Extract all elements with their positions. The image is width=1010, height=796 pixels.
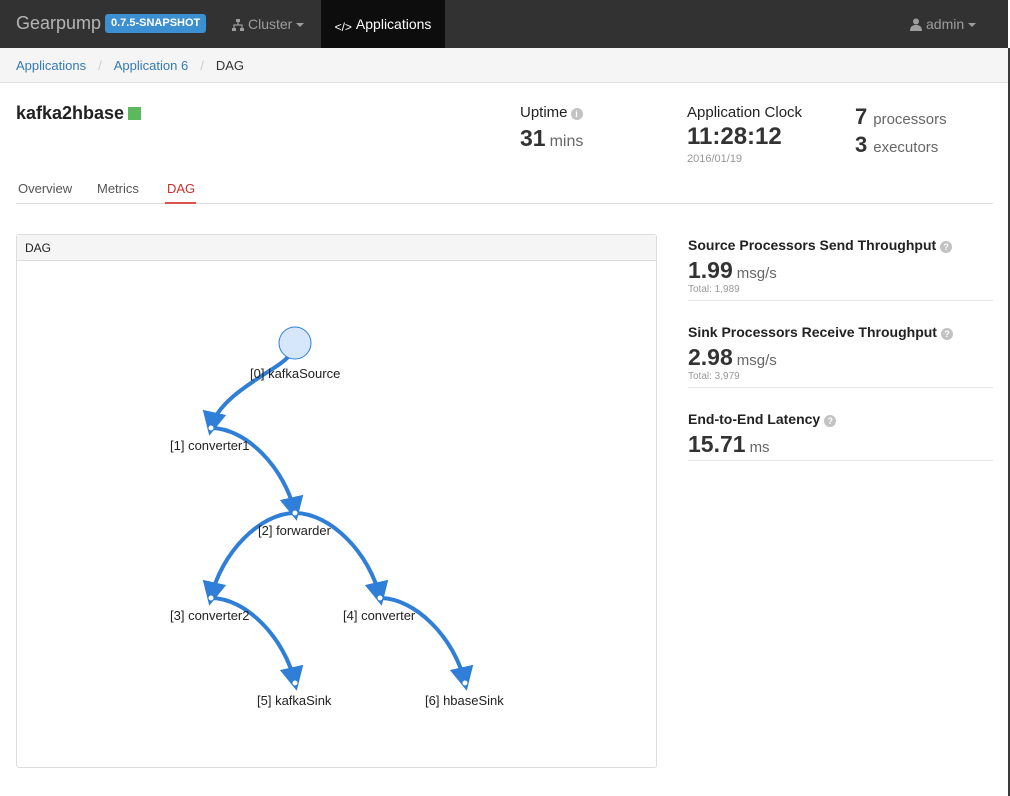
breadcrumb-applications[interactable]: Applications — [16, 58, 86, 73]
clock-date: 2016/01/19 — [687, 153, 743, 165]
user-menu-label: admin — [926, 16, 965, 32]
chevron-down-icon — [968, 23, 977, 28]
source-throughput-total: Total: 1,989 — [688, 284, 740, 295]
nav-applications[interactable]: </> Applications — [321, 0, 445, 48]
breadcrumb-separator: / — [98, 58, 102, 73]
processors-count: 7 processors — [855, 104, 947, 130]
nav-cluster-menu[interactable]: Cluster — [222, 0, 314, 48]
user-menu[interactable]: admin — [900, 0, 986, 48]
uptime-unit: mins — [549, 133, 584, 150]
dag-node-label: [4] converter — [343, 608, 416, 623]
code-icon: </> — [334, 20, 352, 34]
breadcrumb-application[interactable]: Application 6 — [114, 58, 188, 73]
uptime-label: Uptime i — [520, 104, 583, 121]
clock-label: Application Clock — [687, 104, 803, 121]
tab-bar: Overview Metrics DAG — [16, 178, 993, 204]
sink-throughput-title: Sink Processors Receive Throughput — [688, 324, 937, 340]
sink-throughput-unit: msg/s — [736, 352, 777, 369]
sink-throughput-value: 2.98 — [688, 344, 733, 370]
sitemap-icon — [232, 2, 244, 50]
sink-throughput-metric: Sink Processors Receive Throughput? 2.98… — [688, 324, 993, 388]
active-tab-indicator — [165, 202, 196, 204]
latency-title: End-to-End Latency — [688, 411, 821, 427]
uptime-label-text: Uptime — [520, 104, 568, 121]
source-throughput-value: 1.99 — [688, 257, 733, 283]
question-icon[interactable]: ? — [940, 241, 953, 253]
dag-node[interactable] — [376, 594, 384, 602]
user-icon — [910, 2, 922, 50]
brand-logo[interactable]: Gearpump — [16, 13, 101, 34]
dag-node-label: [3] converter2 — [170, 608, 250, 623]
sink-throughput-total: Total: 3,979 — [688, 371, 740, 382]
dag-node-label: [1] converter1 — [170, 438, 250, 453]
dag-panel: DAG [0] kafkaSource [1] converter1 [2] for… — [16, 234, 657, 768]
nav-cluster-label: Cluster — [248, 16, 293, 32]
executors-unit: executors — [873, 139, 939, 156]
latency-unit: ms — [749, 439, 770, 456]
breadcrumb-current: DAG — [215, 58, 244, 73]
chevron-down-icon — [296, 23, 305, 28]
dag-edge — [202, 344, 293, 436]
source-throughput-title: Source Processors Send Throughput — [688, 237, 937, 253]
dag-node[interactable] — [291, 509, 299, 517]
executors-number: 3 — [855, 132, 868, 157]
processors-number: 7 — [855, 104, 868, 129]
source-throughput-metric: Source Processors Send Throughput? 1.99 m… — [688, 237, 993, 301]
info-icon[interactable]: i — [570, 108, 583, 120]
tab-metrics[interactable]: Metrics — [97, 181, 139, 196]
latency-value: 15.71 — [688, 431, 746, 457]
tab-overview[interactable]: Overview — [18, 181, 72, 196]
breadcrumb-separator: / — [200, 58, 204, 73]
dag-node[interactable] — [461, 679, 469, 687]
dag-node-label: [0] kafkaSource — [250, 366, 340, 381]
version-badge: 0.7.5-SNAPSHOT — [105, 14, 207, 33]
clock-value: 11:28:12 — [687, 123, 782, 150]
dag-node-label: [6] hbaseSink — [425, 693, 504, 708]
uptime-number: 31 — [520, 125, 546, 151]
dag-node[interactable] — [291, 679, 299, 687]
source-throughput-unit: msg/s — [736, 265, 777, 282]
dag-node-label: [2] forwarder — [258, 523, 332, 538]
top-navbar: Gearpump 0.7.5-SNAPSHOT Cluster </> Appli… — [0, 0, 1008, 48]
executors-count: 3 executors — [855, 132, 938, 158]
question-icon[interactable]: ? — [940, 328, 953, 340]
uptime-value: 31 mins — [520, 125, 583, 152]
processors-unit: processors — [873, 111, 947, 128]
breadcrumb: Applications / Application 6 / DAG — [0, 48, 1008, 83]
dag-node-label: [5] kafkaSink — [257, 693, 332, 708]
dag-node[interactable] — [207, 594, 215, 602]
question-icon[interactable]: ? — [824, 415, 837, 427]
tab-dag[interactable]: DAG — [167, 181, 195, 196]
nav-applications-label: Applications — [355, 16, 432, 32]
dag-graph[interactable]: [0] kafkaSource [1] converter1 [2] forward… — [17, 235, 658, 769]
dag-node[interactable] — [278, 326, 312, 360]
page-title: kafka2hbase — [16, 103, 125, 123]
latency-metric: End-to-End Latency? 15.71 ms — [688, 411, 993, 461]
status-indicator — [128, 107, 141, 120]
dag-node[interactable] — [207, 424, 215, 432]
